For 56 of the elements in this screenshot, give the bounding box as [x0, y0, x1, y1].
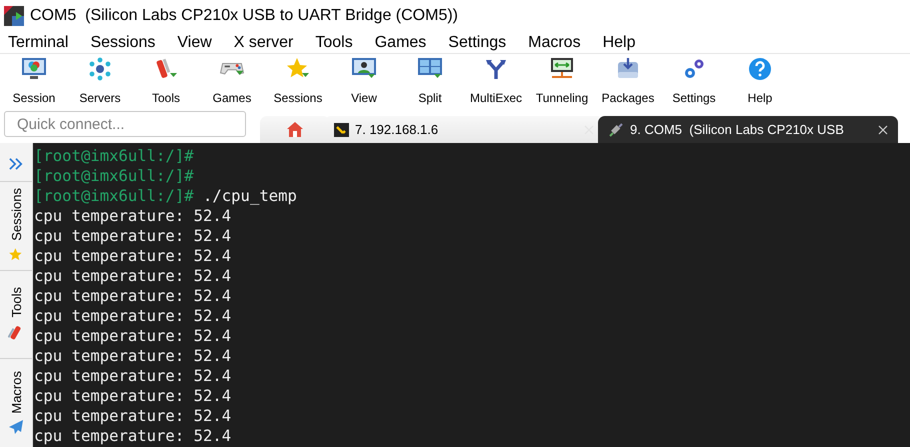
- paper-plane-icon: [8, 419, 24, 436]
- terminal-line: cpu temperature: 52.4: [34, 266, 232, 286]
- toolbar-button[interactable]: Split: [397, 57, 463, 109]
- menu-item[interactable]: Macros: [528, 34, 581, 52]
- quick-connect-field[interactable]: Quick connect...: [4, 111, 246, 137]
- toolbar-button[interactable]: Games: [199, 57, 265, 109]
- terminal-line: cpu temperature: 52.4: [34, 306, 232, 326]
- window-title: COM5 (Silicon Labs CP210x USB to UART Bridge (COM5)): [30, 7, 458, 25]
- toolbar-button[interactable]: Packages: [595, 57, 661, 109]
- gamepad-icon: [220, 63, 244, 76]
- menu-item[interactable]: View: [177, 34, 212, 52]
- toolbar-button[interactable]: Settings: [661, 57, 727, 109]
- fork-icon: [483, 57, 509, 81]
- menu-item[interactable]: Settings: [448, 34, 506, 52]
- close-icon: [878, 124, 888, 134]
- toolbar-button[interactable]: Tools: [133, 57, 199, 109]
- terminal-line: cpu temperature: 52.4: [34, 226, 232, 246]
- monitor-icon: [21, 57, 47, 81]
- home-icon: [286, 121, 304, 138]
- terminal-line: cpu temperature: 52.4: [34, 366, 232, 386]
- terminal-line: [root@imx6ull:/]#: [34, 146, 195, 166]
- terminal-line: [root@imx6ull:/]# ./cpu_temp: [34, 186, 298, 206]
- terminal-line: cpu temperature: 52.4: [34, 246, 232, 266]
- terminal-line: cpu temperature: 52.4: [34, 386, 232, 406]
- terminal-line: cpu temperature: 52.4: [34, 206, 232, 226]
- menu-item[interactable]: Terminal: [8, 34, 68, 52]
- tunnel-icon: [549, 57, 575, 81]
- toolbar-button[interactable]: Session: [1, 57, 67, 109]
- toolbar-button[interactable]: MultiExec: [463, 57, 529, 109]
- toolbar-button[interactable]: Help: [727, 57, 793, 109]
- terminal-line: [root@imx6ull:/]#: [34, 166, 195, 186]
- menu-item[interactable]: Games: [374, 34, 426, 52]
- toolbar-button[interactable]: Tunneling: [529, 57, 595, 109]
- menu-item[interactable]: Tools: [315, 34, 353, 52]
- terminal-line: cpu temperature: 52.4: [34, 286, 232, 306]
- expand-icon: [7, 157, 25, 171]
- key-icon: [334, 122, 349, 136]
- side-tab[interactable]: Macros: [0, 358, 32, 447]
- package-icon: [615, 57, 641, 81]
- terminal-line: cpu temperature: 52.4: [34, 346, 232, 366]
- plug-icon: [608, 122, 624, 138]
- terminal-line: cpu temperature: 52.4: [34, 326, 232, 346]
- toolbar-button[interactable]: View: [331, 57, 397, 109]
- help-icon: [747, 57, 773, 81]
- toolbar-button[interactable]: Sessions: [265, 57, 331, 109]
- terminal-line: cpu temperature: 52.4: [34, 426, 232, 446]
- side-tab[interactable]: Sessions: [0, 180, 32, 270]
- menu-item[interactable]: X server: [234, 34, 294, 52]
- menu-item[interactable]: Help: [602, 34, 636, 52]
- network-icon: [87, 57, 113, 81]
- menu-item[interactable]: Sessions: [90, 34, 156, 52]
- side-tab[interactable]: Tools: [0, 270, 32, 358]
- terminal-line: cpu temperature: 52.4: [34, 406, 232, 426]
- session-tab[interactable]: 9. COM5 (Silicon Labs CP210x USB: [598, 116, 898, 143]
- app-logo-icon: [4, 6, 24, 26]
- toolbar-button[interactable]: Servers: [67, 57, 133, 109]
